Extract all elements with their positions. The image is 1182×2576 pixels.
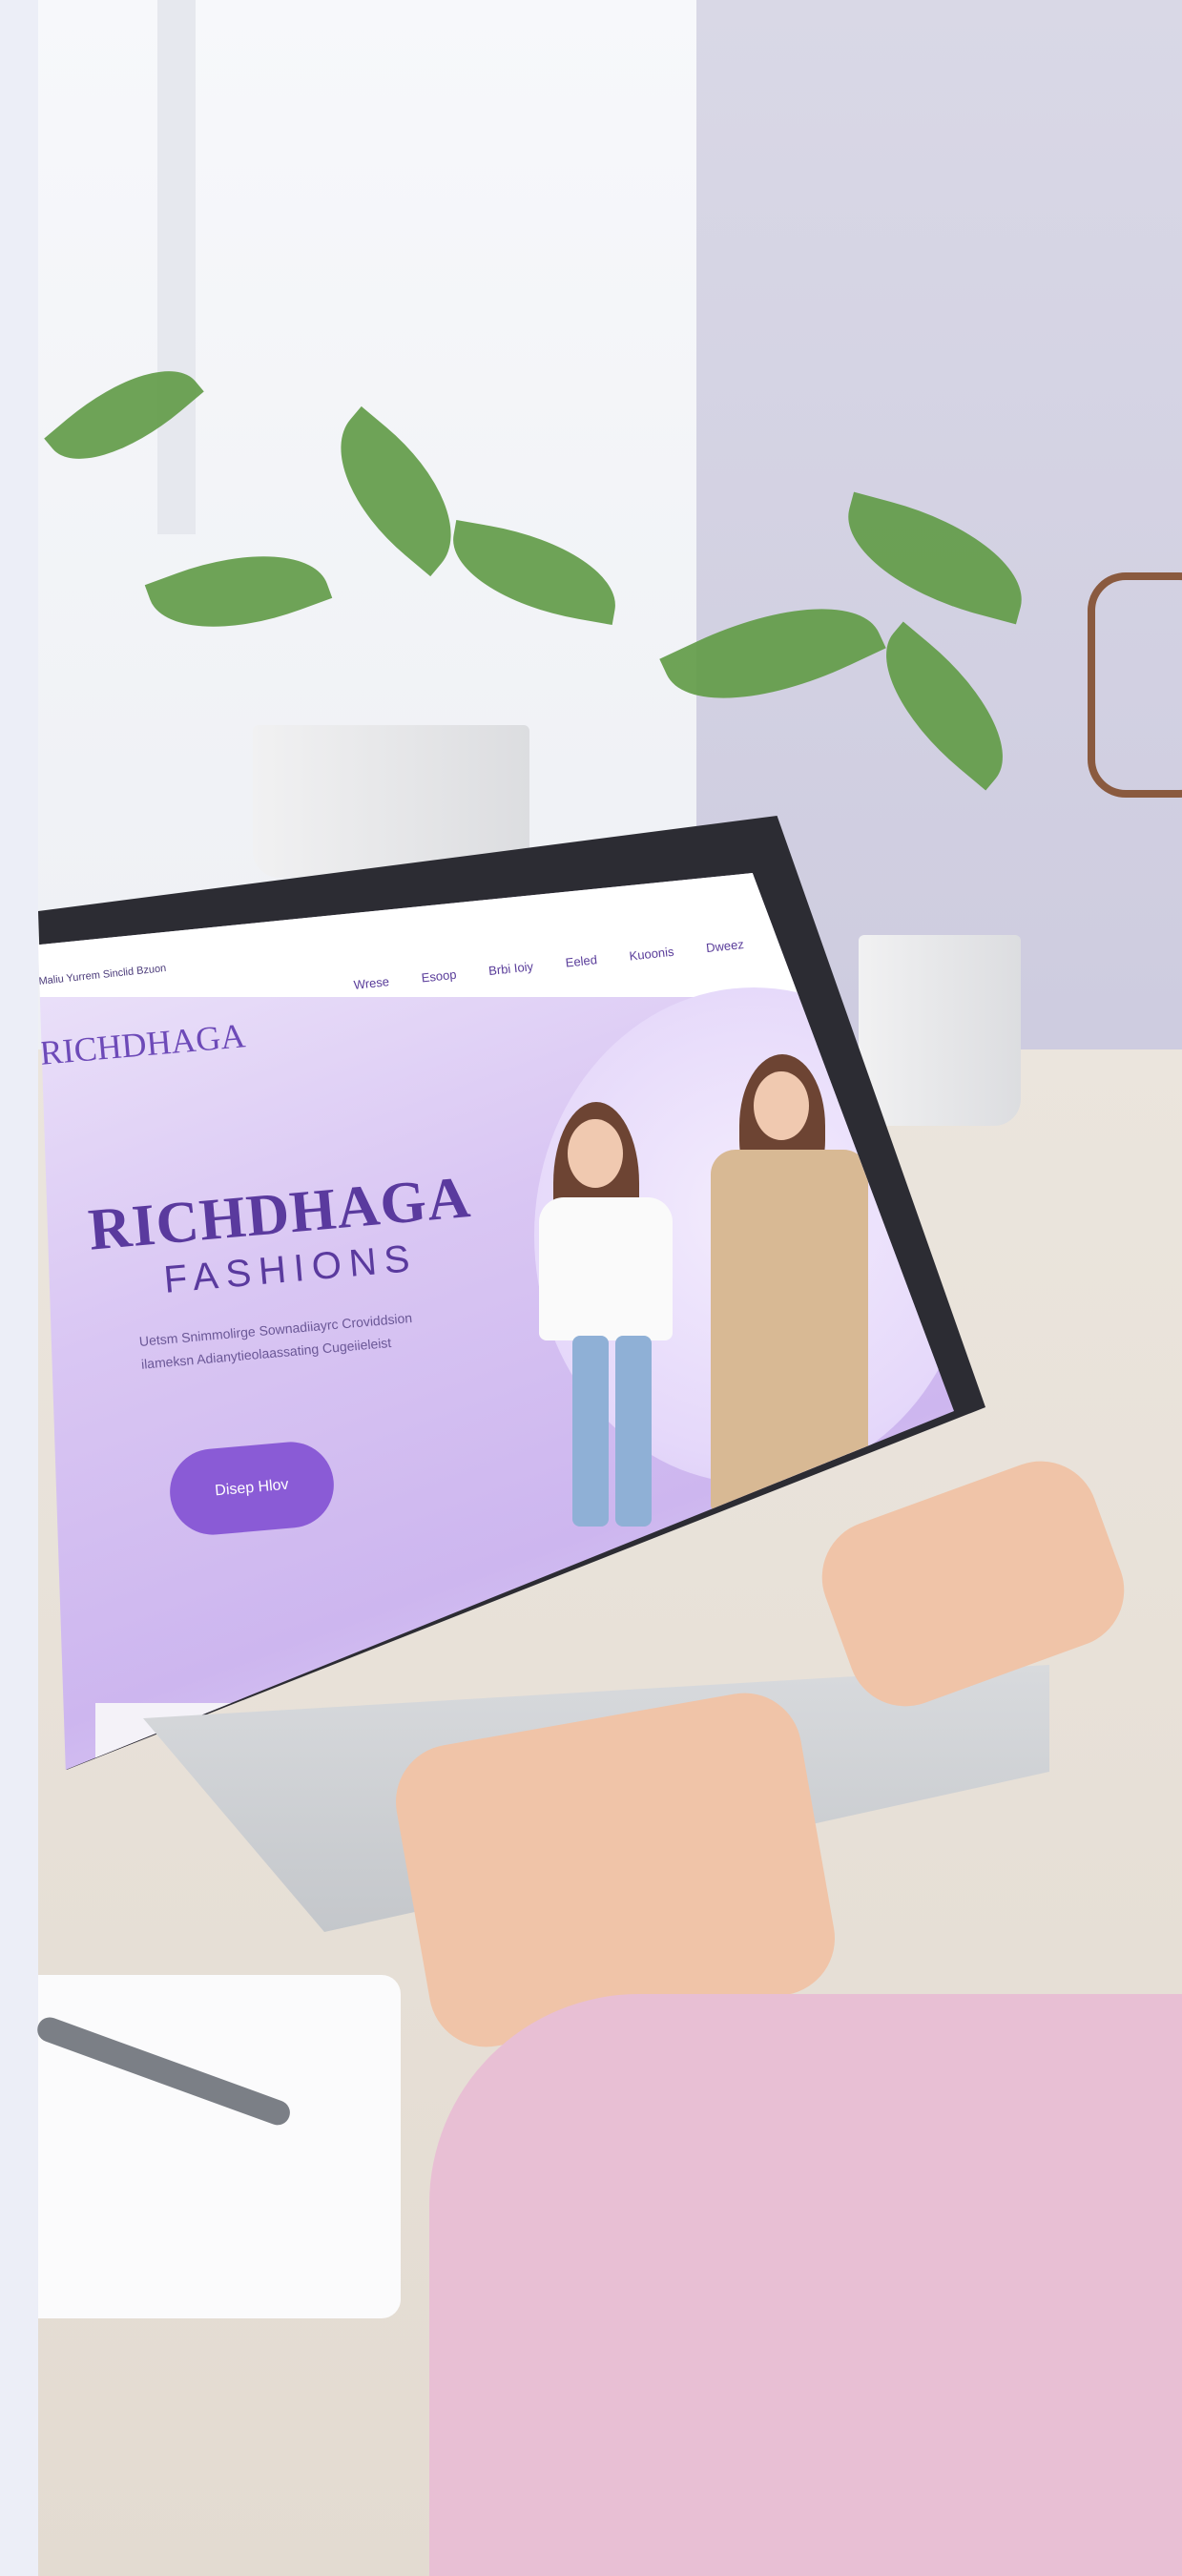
model-face — [568, 1119, 623, 1188]
plant-pot-right — [859, 935, 1021, 1126]
shop-now-button[interactable]: Disep Hlov — [166, 1438, 338, 1539]
site-logo[interactable]: RICHDHAGA — [38, 1015, 247, 1073]
model-white-tee — [534, 1102, 696, 1550]
model-jeans — [615, 1336, 652, 1527]
model-jeans — [572, 1336, 609, 1527]
window-frame — [157, 0, 196, 534]
model-tshirt — [539, 1197, 673, 1340]
eyeglasses — [1088, 572, 1182, 798]
model-face — [754, 1071, 809, 1140]
pink-sleeve — [429, 1994, 1182, 2576]
left-strip — [0, 0, 38, 2576]
photo-scene: Maliu Yurrem Sinclid Bzuon Wrese Esoop B… — [0, 0, 1182, 2576]
hero-body: Uetsm Snimmolirge Sownadiiayrc Croviddsi… — [138, 1301, 485, 1377]
notebook — [38, 1975, 401, 2318]
